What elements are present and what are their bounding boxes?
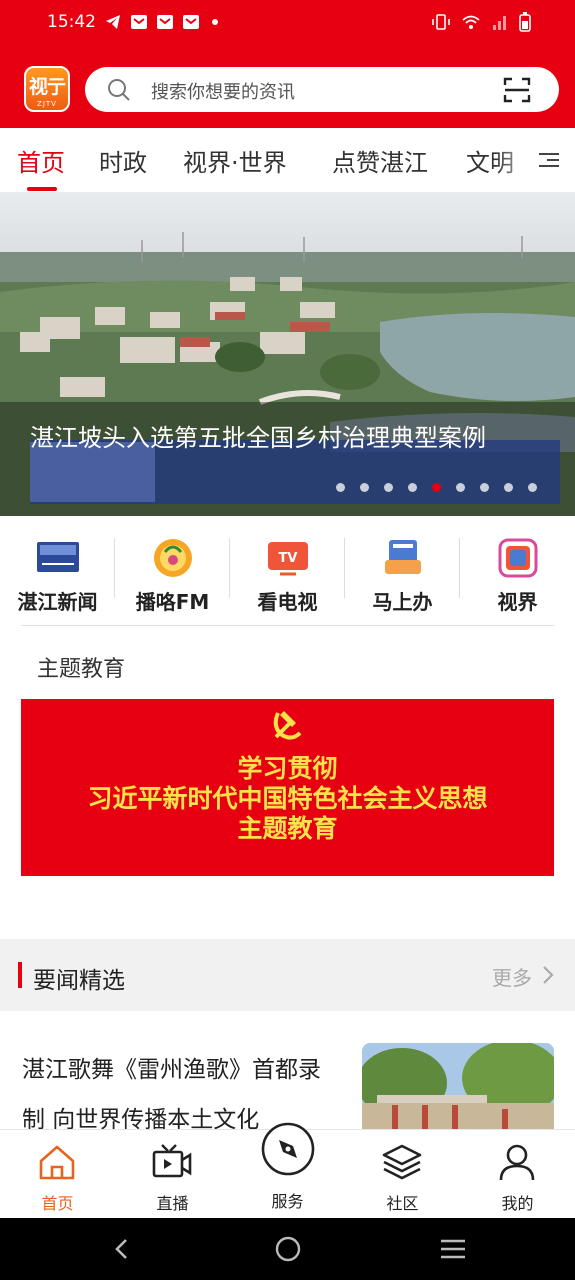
status-bar: 15:42 [0, 0, 575, 48]
banner-title[interactable]: 湛江坡头入选第五批全国乡村治理典型案例 [30, 418, 550, 458]
news-section-title: 要闻精选 [33, 968, 125, 994]
tab-zhanjiang[interactable]: 点赞湛江 [332, 143, 428, 178]
svg-text:TV: TV [279, 551, 298, 566]
quick-watch-tv[interactable]: TV 看电视 [230, 534, 345, 614]
banner-image [0, 192, 575, 516]
search-input[interactable]: 搜索你想要的资讯 [151, 78, 295, 104]
carousel-dot [360, 483, 369, 492]
search-icon [108, 79, 130, 101]
party-emblem-icon [273, 711, 302, 740]
carousel-indicator [336, 483, 537, 492]
carousel-dot [456, 483, 465, 492]
quick-zhanjiang-news[interactable]: 湛江新闻 [0, 534, 115, 614]
divider [21, 625, 554, 626]
vibrate-icon [432, 14, 450, 30]
quick-shijie[interactable]: 视界 [460, 534, 575, 614]
logo-text: 视亍 [28, 76, 66, 98]
theme-banner-line: 主题教育 [237, 814, 338, 843]
quick-label: 看电视 [257, 590, 318, 614]
home-icon [39, 1145, 75, 1180]
mail-icon [157, 15, 173, 29]
bottom-navigation: 首页 直播 服务 社区 我的 [0, 1122, 575, 1219]
battery-icon [519, 12, 531, 32]
mail-icon [183, 15, 199, 29]
nav-profile[interactable]: 我的 [460, 1130, 575, 1219]
nav-service[interactable]: 服务 [230, 1122, 345, 1219]
carousel-dot [408, 483, 417, 492]
nav-label: 直播 [156, 1194, 189, 1213]
nav-label: 首页 [41, 1194, 74, 1213]
active-tab-indicator [27, 187, 57, 191]
carousel-dot [336, 483, 345, 492]
section-accent-bar [18, 962, 22, 988]
quick-fm-radio[interactable]: 播咯FM [115, 534, 230, 614]
search-bar[interactable]: 搜索你想要的资讯 [85, 67, 559, 112]
layers-icon [382, 1144, 422, 1180]
carousel-dot [504, 483, 513, 492]
nav-label: 服务 [271, 1192, 304, 1211]
quick-entries: 湛江新闻 播咯FM TV 看电视 马上办 视界 [0, 524, 575, 614]
theme-education-banner[interactable]: 学习贯彻 习近平新时代中国特色社会主义思想 主题教育 [21, 699, 554, 876]
channel-tabs: 首页 时政 视界·世界 点赞湛江 文明 [0, 128, 575, 192]
carousel-dot-active [432, 483, 441, 492]
tab-politics[interactable]: 时政 [99, 143, 147, 178]
quick-label: 湛江新闻 [17, 590, 98, 614]
nav-label: 社区 [386, 1194, 419, 1213]
tabs-fade [495, 128, 575, 192]
fm-radio-icon [154, 539, 192, 577]
carousel-dot [480, 483, 489, 492]
service-desk-icon [385, 540, 421, 574]
quick-label: 视界 [497, 590, 538, 614]
nav-label: 我的 [501, 1194, 534, 1213]
more-link[interactable]: 更多 [492, 962, 532, 991]
mail-icon [131, 15, 147, 29]
system-navigation-bar [0, 1218, 575, 1280]
status-time: 15:42 [47, 12, 96, 32]
home-button-icon[interactable] [273, 1236, 303, 1262]
quick-label: 马上办 [372, 590, 433, 614]
quick-label: 播咯FM [135, 590, 210, 614]
more-notifications-dot [212, 19, 218, 25]
signal-icon [493, 16, 506, 30]
compass-icon [261, 1122, 315, 1176]
telegram-icon [106, 15, 120, 29]
news-item-thumbnail[interactable] [362, 1043, 554, 1143]
zhanjiang-news-icon [37, 542, 79, 572]
tv-icon: TV [268, 542, 308, 576]
center-button [261, 1122, 315, 1176]
user-icon [499, 1144, 535, 1181]
app-header: 15:42 视亍 ZJTV 搜索你想要的资讯 [0, 0, 575, 128]
wifi-icon [462, 15, 480, 29]
tab-world[interactable]: 视界·世界 [183, 143, 287, 178]
shijie-icon [498, 538, 538, 578]
back-icon[interactable] [108, 1236, 138, 1262]
carousel-dot [528, 483, 537, 492]
app-logo[interactable]: 视亍 ZJTV [24, 66, 70, 112]
news-thumbnail-image [362, 1043, 554, 1143]
recent-apps-icon[interactable] [438, 1236, 468, 1262]
logo-subtext: ZJTV [37, 100, 57, 108]
tab-home[interactable]: 首页 [17, 143, 65, 178]
scan-icon[interactable] [503, 76, 531, 104]
chevron-right-icon[interactable] [540, 964, 556, 986]
quick-service[interactable]: 马上办 [345, 534, 460, 614]
headline-carousel[interactable]: 湛江坡头入选第五批全国乡村治理典型案例 [0, 192, 575, 516]
carousel-dot [384, 483, 393, 492]
channel-menu-icon[interactable] [537, 150, 561, 170]
system-status-icons [431, 12, 531, 32]
live-video-icon [152, 1144, 192, 1178]
theme-section-title: 主题教育 [37, 657, 126, 682]
nav-home[interactable]: 首页 [0, 1130, 115, 1219]
nav-live[interactable]: 直播 [115, 1130, 230, 1219]
nav-community[interactable]: 社区 [345, 1130, 460, 1219]
notification-icons [104, 13, 218, 31]
